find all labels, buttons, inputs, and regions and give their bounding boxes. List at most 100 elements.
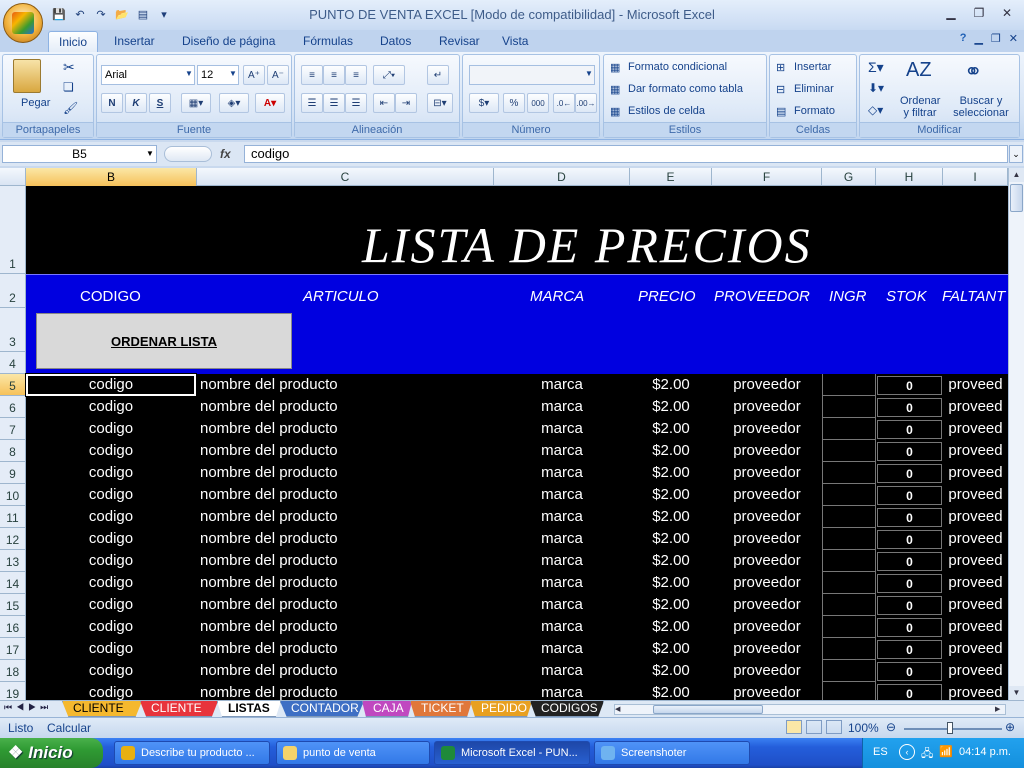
tab-diseno[interactable]: Diseño de página [172, 31, 285, 52]
order-list-button[interactable]: ORDENAR LISTA [36, 313, 292, 369]
cell-marca[interactable]: marca [494, 528, 630, 550]
cell-articulo[interactable]: nombre del producto [200, 396, 490, 418]
row-header[interactable]: 14 [0, 572, 26, 594]
decrease-indent-icon[interactable]: ⇤ [373, 93, 395, 113]
header-faltante[interactable]: FALTANT [942, 288, 1005, 305]
cell-stok[interactable]: 0 [877, 684, 942, 700]
row-header[interactable]: 2 [0, 274, 26, 308]
cell-marca[interactable]: marca [494, 638, 630, 660]
title-cell[interactable]: LISTA DE PRECIOS [26, 186, 1008, 274]
find-select-button[interactable]: Buscar y seleccionar [946, 95, 1016, 119]
cell-marca[interactable]: marca [494, 660, 630, 682]
cell-articulo[interactable]: nombre del producto [200, 440, 490, 462]
font-color-icon[interactable]: A▾ [255, 93, 285, 113]
cell-ingr[interactable] [822, 484, 876, 506]
column-header[interactable]: E [630, 168, 712, 186]
cell-marca[interactable]: marca [494, 418, 630, 440]
cell-articulo[interactable]: nombre del producto [200, 572, 490, 594]
row-header[interactable]: 8 [0, 440, 26, 462]
column-header[interactable]: B [26, 168, 197, 186]
name-box[interactable]: B5 [2, 145, 157, 163]
sheet-tab[interactable]: CODIGOS [530, 701, 604, 717]
taskbar-item[interactable]: Describe tu producto ... [114, 741, 270, 765]
restore-icon[interactable]: ❐ [966, 4, 992, 22]
cell-marca[interactable]: marca [494, 440, 630, 462]
cell-codigo[interactable]: codigo [26, 594, 196, 616]
cell-precio[interactable]: $2.00 [630, 462, 712, 484]
cell-articulo[interactable]: nombre del producto [200, 374, 490, 396]
cell-stok[interactable]: 0 [877, 486, 942, 505]
decrease-decimal-icon[interactable]: .00→ [575, 93, 597, 113]
header-marca[interactable]: MARCA [530, 288, 584, 305]
cell-proveedor[interactable]: proveedor [712, 660, 822, 682]
scroll-right-icon[interactable]: ▶ [995, 705, 1005, 714]
align-center-icon[interactable]: ☰ [323, 93, 345, 113]
cell-stok[interactable]: 0 [877, 552, 942, 571]
tab-vista[interactable]: Vista [492, 31, 538, 52]
copy-icon[interactable]: ❏ [63, 80, 74, 94]
cell-articulo[interactable]: nombre del producto [200, 638, 490, 660]
cell-faltante[interactable]: proveed [943, 682, 1008, 700]
cell-articulo[interactable]: nombre del producto [200, 506, 490, 528]
minimize-icon[interactable]: ▁ [938, 4, 964, 22]
cell-ingr[interactable] [822, 638, 876, 660]
tab-revisar[interactable]: Revisar [429, 31, 490, 52]
currency-icon[interactable]: $▾ [469, 93, 499, 113]
align-middle-icon[interactable]: ≡ [323, 65, 345, 85]
thousands-icon[interactable]: 000 [527, 93, 549, 113]
cell-codigo[interactable]: codigo [26, 462, 196, 484]
format-painter-icon[interactable]: 🖌 [63, 101, 78, 115]
cell-proveedor[interactable]: proveedor [712, 484, 822, 506]
delete-cells-button[interactable]: Eliminar [794, 83, 834, 95]
scroll-down-icon[interactable]: ▼ [1009, 686, 1024, 700]
cell-precio[interactable]: $2.00 [630, 484, 712, 506]
cell-codigo[interactable]: codigo [26, 638, 196, 660]
cell-faltante[interactable]: proveed [943, 440, 1008, 462]
cell-precio[interactable]: $2.00 [630, 660, 712, 682]
autosum-icon[interactable]: Σ▾ [868, 59, 884, 76]
start-button[interactable]: ❖ Inicio [0, 738, 103, 768]
formula-expand-handle[interactable] [164, 146, 212, 162]
cell-faltante[interactable]: proveed [943, 594, 1008, 616]
cell-codigo[interactable]: codigo [26, 484, 196, 506]
zoom-out-icon[interactable]: ⊖ [886, 720, 896, 734]
cell-faltante[interactable]: proveed [943, 638, 1008, 660]
cell-faltante[interactable]: proveed [943, 528, 1008, 550]
cut-icon[interactable]: ✂ [63, 59, 75, 76]
sheet-tab[interactable]: PEDIDO [470, 701, 532, 717]
cell-marca[interactable]: marca [494, 506, 630, 528]
percent-icon[interactable]: % [503, 93, 525, 113]
cell-marca[interactable]: marca [494, 594, 630, 616]
cell-proveedor[interactable]: proveedor [712, 396, 822, 418]
cell-stok[interactable]: 0 [877, 596, 942, 615]
sheet-tab[interactable]: TICKET [410, 701, 472, 717]
italic-icon[interactable]: K [125, 93, 147, 113]
fill-icon[interactable]: ⬇▾ [868, 81, 884, 95]
row-header[interactable]: 4 [0, 352, 26, 374]
clock[interactable]: 04:14 p.m. [959, 746, 1011, 758]
borders-icon[interactable]: ▦▾ [181, 93, 211, 113]
cell-stok[interactable]: 0 [877, 464, 942, 483]
cell-proveedor[interactable]: proveedor [712, 374, 822, 396]
cell-stok[interactable]: 0 [877, 376, 942, 395]
cell-ingr[interactable] [822, 616, 876, 638]
row-header[interactable]: 18 [0, 660, 26, 682]
cell-ingr[interactable] [822, 462, 876, 484]
cell-proveedor[interactable]: proveedor [712, 462, 822, 484]
cell-precio[interactable]: $2.00 [630, 638, 712, 660]
page-break-icon[interactable] [826, 720, 842, 734]
increase-indent-icon[interactable]: ⇥ [395, 93, 417, 113]
cell-proveedor[interactable]: proveedor [712, 638, 822, 660]
zoom-in-icon[interactable]: ⊕ [1005, 720, 1015, 734]
conditional-format-button[interactable]: Formato condicional [628, 61, 727, 73]
cell-codigo[interactable]: codigo [26, 506, 196, 528]
cell-marca[interactable]: marca [494, 682, 630, 700]
taskbar-item[interactable]: Microsoft Excel - PUN... [434, 741, 590, 765]
row-header[interactable]: 1 [0, 186, 26, 274]
sheet-tab[interactable]: CONTADOR [280, 701, 364, 717]
horizontal-scrollbar[interactable]: ◀ ▶ [614, 704, 1006, 715]
cell-marca[interactable]: marca [494, 550, 630, 572]
cell-proveedor[interactable]: proveedor [712, 682, 822, 700]
cell-ingr[interactable] [822, 682, 876, 700]
cell-faltante[interactable]: proveed [943, 616, 1008, 638]
